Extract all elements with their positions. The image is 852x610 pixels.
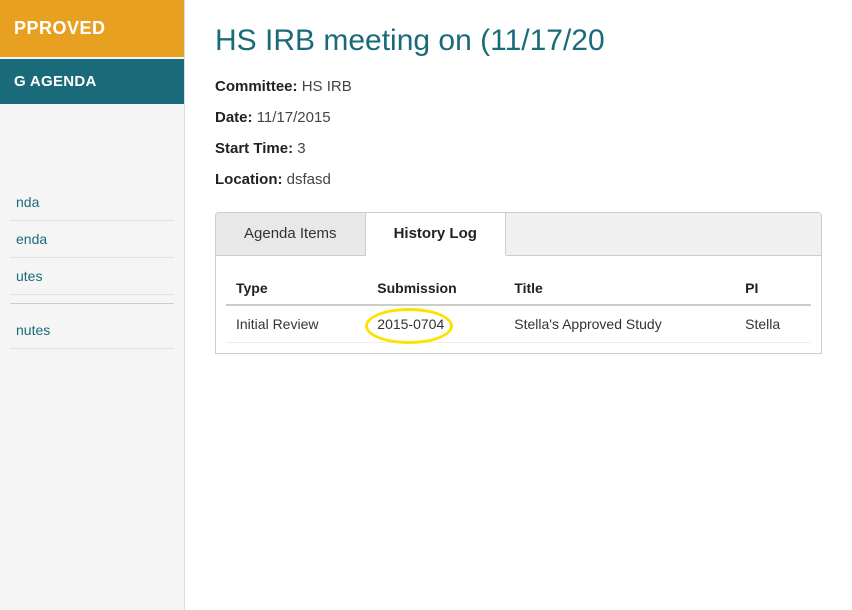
tab-agenda-items[interactable]: Agenda Items bbox=[216, 213, 366, 255]
date-value-text: 11/17/2015 bbox=[257, 109, 331, 126]
committee-value-text: HS IRB bbox=[302, 78, 352, 95]
start-time-label: Start Time: bbox=[215, 140, 293, 157]
cell-pi: Stella bbox=[735, 305, 811, 343]
tab-history-log[interactable]: History Log bbox=[366, 213, 506, 256]
start-time-value-text: 3 bbox=[297, 140, 305, 157]
committee-label: Committee: bbox=[215, 78, 298, 95]
committee-row: Committee: HS IRB bbox=[215, 78, 822, 95]
table-row: Initial Review 2015-0704 Stella's Approv… bbox=[226, 305, 811, 343]
location-label: Location: bbox=[215, 171, 283, 188]
start-time-row: Start Time: 3 bbox=[215, 140, 822, 157]
date-row: Date: 11/17/2015 bbox=[215, 109, 822, 126]
sidebar-item-0[interactable]: nda bbox=[10, 184, 174, 221]
sidebar-agenda-active-label[interactable]: G AGENDA bbox=[0, 59, 184, 104]
col-pi: PI bbox=[735, 272, 811, 305]
history-table: Type Submission Title PI Initial Review … bbox=[226, 272, 811, 343]
main-content: HS IRB meeting on (11/17/20 Committee: H… bbox=[185, 0, 852, 610]
sidebar-divider bbox=[10, 303, 174, 304]
cell-title: Stella's Approved Study bbox=[504, 305, 735, 343]
page-title: HS IRB meeting on (11/17/20 bbox=[215, 24, 822, 58]
location-value-text: dsfasd bbox=[287, 171, 331, 188]
sidebar-nav: nda enda utes nutes bbox=[0, 184, 184, 349]
sidebar-approved-label[interactable]: PPROVED bbox=[0, 0, 184, 57]
tabs-header: Agenda Items History Log bbox=[216, 213, 821, 256]
date-label: Date: bbox=[215, 109, 253, 126]
meta-section: Committee: HS IRB Date: 11/17/2015 Start… bbox=[215, 78, 822, 188]
cell-type: Initial Review bbox=[226, 305, 367, 343]
submission-value: 2015-0704 bbox=[377, 316, 444, 332]
sidebar: PPROVED G AGENDA nda enda utes nutes bbox=[0, 0, 185, 610]
sidebar-item-2[interactable]: utes bbox=[10, 258, 174, 295]
location-row: Location: dsfasd bbox=[215, 171, 822, 188]
cell-submission: 2015-0704 bbox=[367, 305, 504, 343]
col-type: Type bbox=[226, 272, 367, 305]
tabs-container: Agenda Items History Log Type Submission… bbox=[215, 212, 822, 354]
col-title: Title bbox=[504, 272, 735, 305]
submission-highlight: 2015-0704 bbox=[377, 316, 444, 332]
table-container: Type Submission Title PI Initial Review … bbox=[216, 256, 821, 353]
col-submission: Submission bbox=[367, 272, 504, 305]
sidebar-item-3[interactable]: nutes bbox=[10, 312, 174, 349]
sidebar-item-1[interactable]: enda bbox=[10, 221, 174, 258]
